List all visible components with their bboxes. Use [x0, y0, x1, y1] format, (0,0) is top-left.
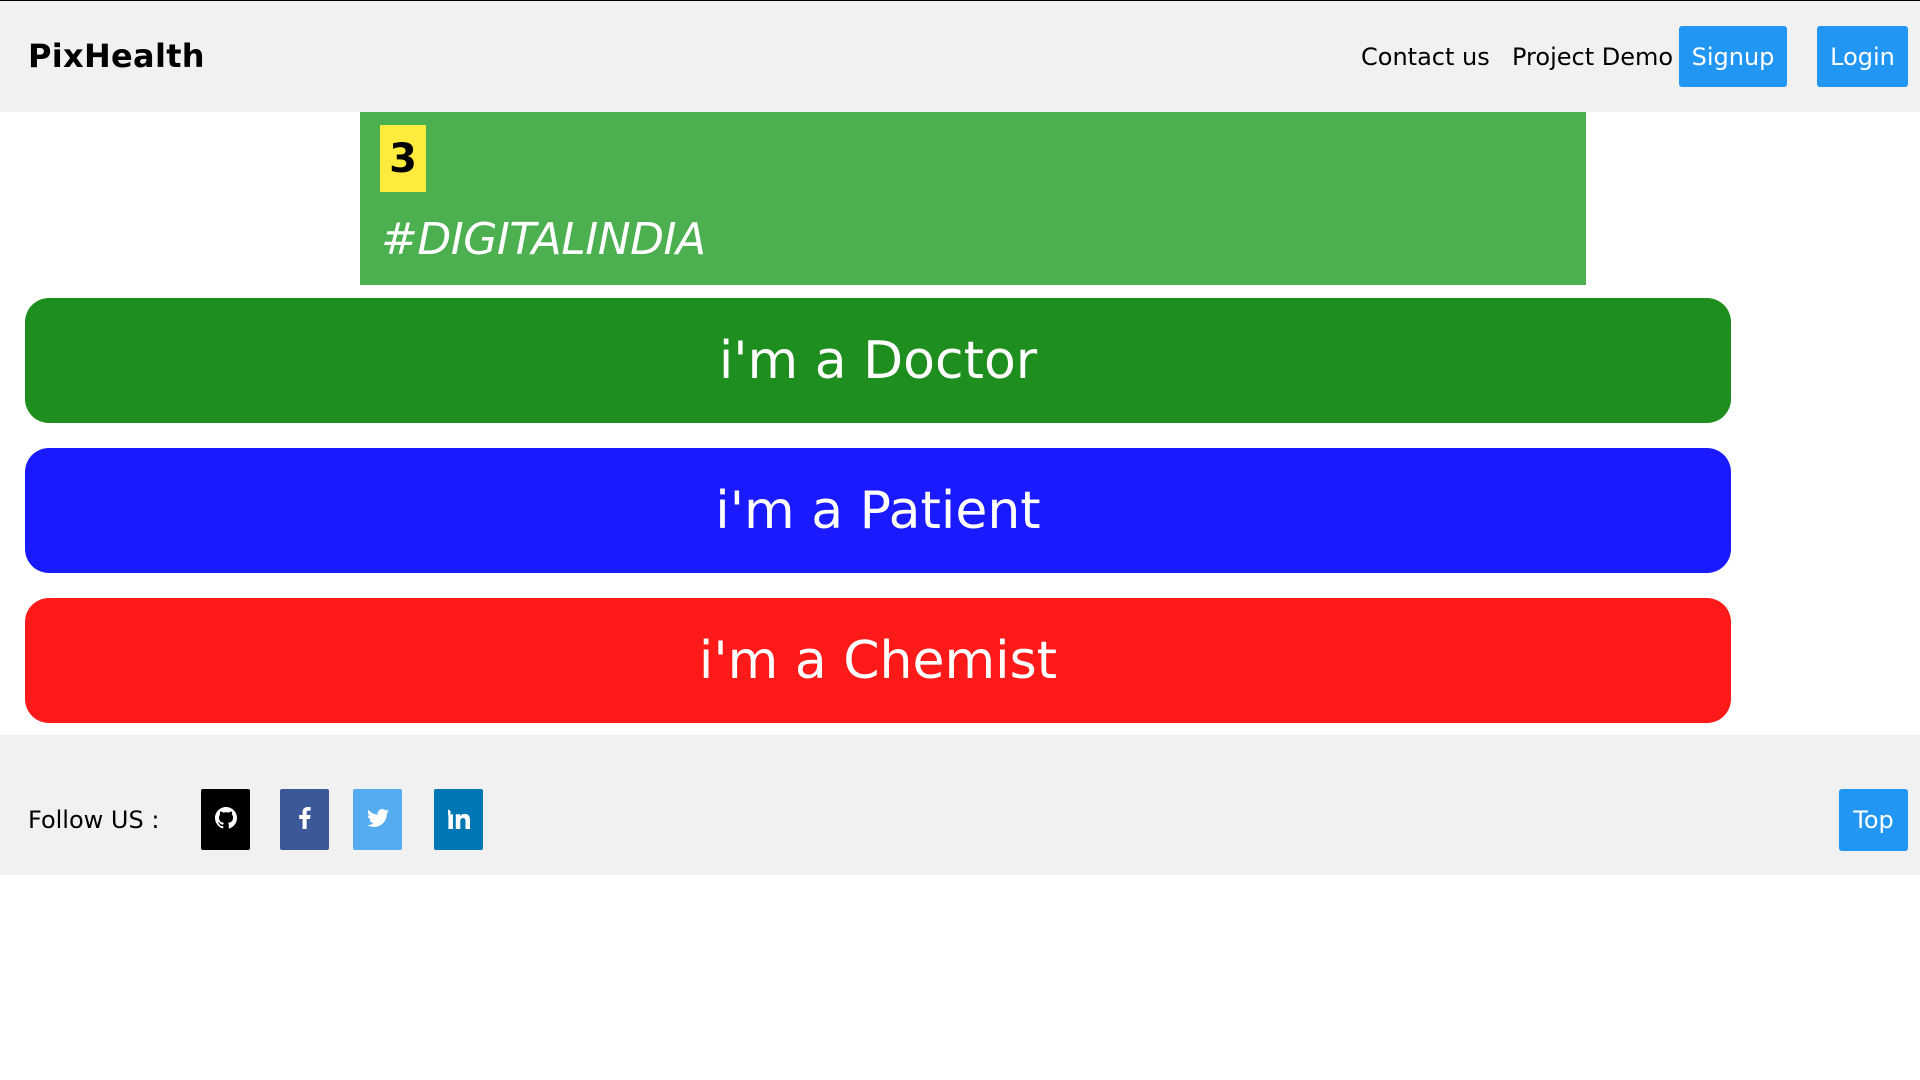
facebook-link[interactable]: [280, 789, 329, 850]
navbar: PixHealth Contact us Project Demo Signup…: [0, 1, 1920, 112]
banner-slogan: #DIGITALINDIA: [381, 214, 706, 265]
linkedin-link[interactable]: [434, 789, 483, 850]
follow-us-label: Follow US :: [28, 806, 160, 834]
facebook-icon: [294, 806, 316, 833]
login-button[interactable]: Login: [1817, 26, 1908, 87]
scroll-top-button[interactable]: Top: [1839, 789, 1908, 851]
slide-number-badge: 3: [380, 125, 426, 192]
chemist-role-button[interactable]: i'm a Chemist: [25, 598, 1731, 723]
footer: Follow US : Top: [0, 735, 1920, 875]
signup-button[interactable]: Signup: [1679, 26, 1787, 87]
github-icon: [214, 806, 237, 833]
nav-contact-us[interactable]: Contact us: [1361, 43, 1490, 71]
linkedin-icon: [444, 807, 470, 833]
doctor-role-button[interactable]: i'm a Doctor: [25, 298, 1731, 423]
twitter-icon: [366, 807, 389, 833]
hero-banner: 3 #DIGITALINDIA: [360, 112, 1586, 285]
github-link[interactable]: [201, 789, 250, 850]
patient-role-button[interactable]: i'm a Patient: [25, 448, 1731, 573]
nav-project-demo[interactable]: Project Demo: [1512, 43, 1673, 71]
brand-logo[interactable]: PixHealth: [28, 37, 205, 75]
twitter-link[interactable]: [353, 789, 402, 850]
